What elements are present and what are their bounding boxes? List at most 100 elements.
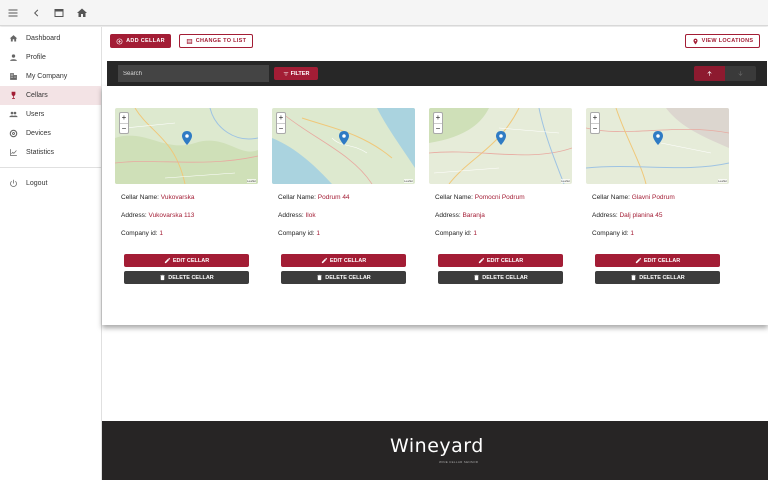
cellar-card: + − Leaflet Cellar Name: Vukovarska Addre… (115, 108, 258, 284)
map-zoom-control[interactable]: + − (433, 112, 443, 134)
zoom-in-button[interactable]: + (277, 113, 285, 123)
filter-icon (283, 71, 288, 76)
zoom-in-button[interactable]: + (120, 113, 128, 123)
zoom-out-button[interactable]: − (277, 123, 285, 133)
sidebar-item-label: Cellars (26, 92, 48, 99)
trash-icon (474, 274, 479, 281)
sidebar-item-my-company[interactable]: My Company (0, 67, 101, 86)
wine-icon (0, 91, 26, 100)
add-cellar-button[interactable]: ADD CELLAR (110, 34, 171, 48)
sidebar-item-label: Logout (26, 180, 48, 187)
sort-ascending-button[interactable] (694, 66, 725, 81)
power-icon (0, 179, 26, 188)
sidebar-item-statistics[interactable]: Statistics (0, 143, 101, 162)
footer: Wineyard WINE CELLAR SENSOR (102, 421, 768, 480)
zoom-out-button[interactable]: − (591, 123, 599, 133)
map-marker-icon[interactable] (653, 131, 663, 145)
map-zoom-control[interactable]: + − (119, 112, 129, 134)
filter-button[interactable]: FILTER (274, 67, 318, 80)
delete-cellar-button[interactable]: DELETE CELLAR (595, 271, 720, 284)
sidebar-item-label: Profile (26, 54, 46, 61)
cellar-card: + − Leaflet Cellar Name: Podrum 44 Addres… (272, 108, 415, 284)
search-input[interactable] (118, 65, 269, 82)
sidebar-item-profile[interactable]: Profile (0, 48, 101, 67)
trash-icon (160, 274, 165, 281)
zoom-in-button[interactable]: + (434, 113, 442, 123)
cellar-address: Address: Dalj planina 45 (592, 212, 663, 219)
chart-icon (0, 148, 26, 157)
sidebar-item-label: Dashboard (26, 35, 61, 42)
arrow-down-icon (738, 71, 743, 76)
menu-icon[interactable] (3, 3, 23, 23)
cellar-address: Address: Ilok (278, 212, 316, 219)
cellar-map[interactable]: + − Leaflet (272, 108, 415, 184)
map-attribution[interactable]: Leaflet (717, 179, 727, 183)
pencil-icon (478, 257, 484, 264)
zoom-out-button[interactable]: − (434, 123, 442, 133)
cellar-map[interactable]: + − Leaflet (115, 108, 258, 184)
cellar-company-id: Company id: 1 (278, 230, 320, 237)
back-icon[interactable] (26, 3, 46, 23)
edit-cellar-button[interactable]: EDIT CELLAR (595, 254, 720, 267)
zoom-in-button[interactable]: + (591, 113, 599, 123)
edit-cellar-button[interactable]: EDIT CELLAR (281, 254, 406, 267)
cellar-card: + − Leaflet Cellar Name: Pomocni Podrum A… (429, 108, 572, 284)
sidebar-item-label: Devices (26, 130, 51, 137)
cellar-company-id: Company id: 1 (121, 230, 163, 237)
map-marker-icon[interactable] (339, 131, 349, 145)
zoom-out-button[interactable]: − (120, 123, 128, 133)
sidebar-item-dashboard[interactable]: Dashboard (0, 29, 101, 48)
cellar-name: Cellar Name: Pomocni Podrum (435, 194, 525, 201)
cellar-company-id: Company id: 1 (435, 230, 477, 237)
footer-tagline: WINE CELLAR SENSOR (439, 460, 479, 464)
delete-cellar-button[interactable]: DELETE CELLAR (438, 271, 563, 284)
building-icon (0, 72, 26, 81)
sidebar-item-label: Statistics (26, 149, 55, 156)
trash-icon (317, 274, 322, 281)
cellar-map[interactable]: + − Leaflet (586, 108, 729, 184)
sidebar-item-logout[interactable]: Logout (0, 174, 101, 193)
sidebar-divider (0, 167, 101, 168)
sidebar: Dashboard Profile My Company Cellars Use… (0, 27, 102, 480)
pencil-icon (635, 257, 641, 264)
main-content: ADD CELLAR CHANGE TO LIST VIEW LOCATIONS… (102, 27, 768, 421)
sidebar-item-devices[interactable]: Devices (0, 124, 101, 143)
edit-cellar-button[interactable]: EDIT CELLAR (124, 254, 249, 267)
cellar-name: Cellar Name: Glavni Podrum (592, 194, 675, 201)
add-circle-icon (116, 38, 123, 44)
map-attribution[interactable]: Leaflet (560, 179, 570, 183)
map-zoom-control[interactable]: + − (590, 112, 600, 134)
pencil-icon (164, 257, 170, 264)
home-icon[interactable] (72, 3, 92, 23)
list-icon (186, 38, 192, 44)
sort-descending-button[interactable] (725, 66, 756, 81)
users-icon (0, 110, 26, 119)
sidebar-item-label: My Company (26, 73, 68, 80)
devices-icon (0, 129, 26, 138)
cellar-map[interactable]: + − Leaflet (429, 108, 572, 184)
cellar-company-id: Company id: 1 (592, 230, 634, 237)
edit-cellar-button[interactable]: EDIT CELLAR (438, 254, 563, 267)
arrow-up-icon (707, 71, 712, 76)
window-icon[interactable] (49, 3, 69, 23)
cellar-name: Cellar Name: Podrum 44 (278, 194, 350, 201)
sidebar-item-cellars[interactable]: Cellars (0, 86, 101, 105)
location-pin-icon (693, 38, 698, 44)
delete-cellar-button[interactable]: DELETE CELLAR (281, 271, 406, 284)
map-attribution[interactable]: Leaflet (403, 179, 413, 183)
cellar-card: + − Leaflet Cellar Name: Glavni Podrum Ad… (586, 108, 729, 284)
view-locations-button[interactable]: VIEW LOCATIONS (685, 34, 760, 48)
map-attribution[interactable]: Leaflet (246, 179, 256, 183)
change-to-list-button[interactable]: CHANGE TO LIST (179, 34, 253, 48)
filter-bar: FILTER (107, 61, 767, 86)
cellar-address: Address: Vukovarska 113 (121, 212, 195, 219)
delete-cellar-button[interactable]: DELETE CELLAR (124, 271, 249, 284)
map-marker-icon[interactable] (182, 131, 192, 145)
sidebar-item-users[interactable]: Users (0, 105, 101, 124)
top-bar (0, 0, 768, 26)
cellar-address: Address: Baranja (435, 212, 485, 219)
cellar-name: Cellar Name: Vukovarska (121, 194, 195, 201)
map-zoom-control[interactable]: + − (276, 112, 286, 134)
map-marker-icon[interactable] (496, 131, 506, 145)
footer-logo: Wineyard (390, 435, 484, 457)
